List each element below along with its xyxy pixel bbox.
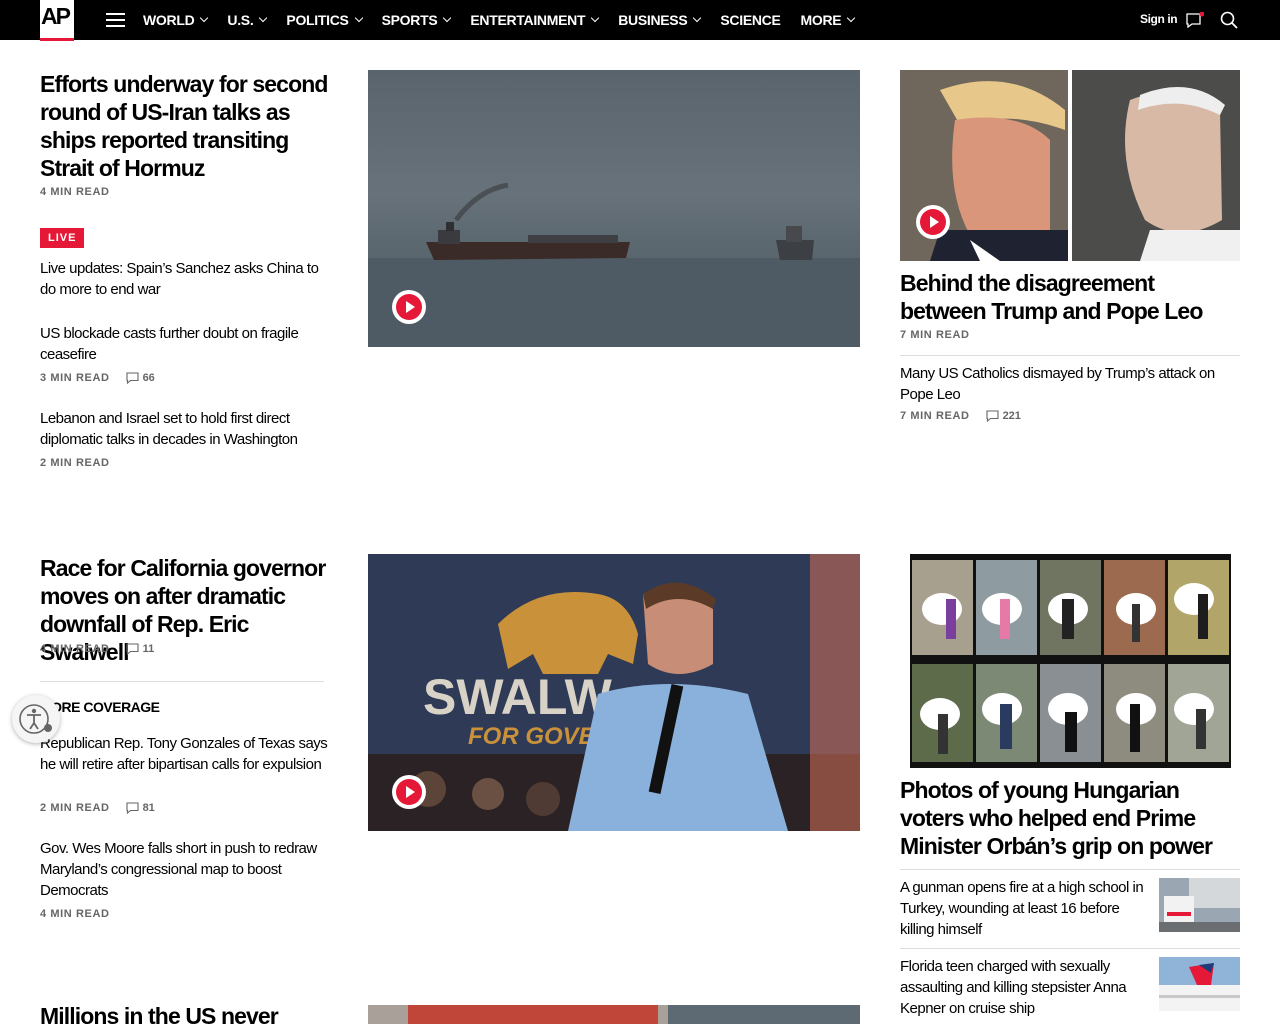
comment-icon bbox=[986, 410, 999, 422]
comment-icon bbox=[126, 802, 139, 814]
accessibility-widget-button[interactable] bbox=[12, 695, 60, 743]
story-headline-tony-gonzales[interactable]: Republican Rep. Tony Gonzales of Texas s… bbox=[40, 733, 338, 775]
menu-icon[interactable] bbox=[106, 13, 125, 27]
nav-item-entertainment[interactable]: ENTERTAINMENT bbox=[470, 12, 600, 28]
chevron-down-icon bbox=[590, 13, 600, 23]
story-headline-wes-moore[interactable]: Gov. Wes Moore falls short in push to re… bbox=[40, 838, 338, 901]
divider bbox=[900, 355, 1240, 356]
comments-count[interactable]: 11 bbox=[126, 643, 154, 655]
nav-item-world[interactable]: WORLD bbox=[143, 12, 209, 28]
hungarian-voters-photo-grid[interactable] bbox=[910, 554, 1231, 768]
story-meta: 2 MIN READ 81 bbox=[40, 802, 155, 814]
story-headline-spain-china[interactable]: Live updates: Spain’s Sanchez asks China… bbox=[40, 258, 335, 300]
chevron-down-icon bbox=[693, 13, 702, 23]
nav-item-more[interactable]: MORE bbox=[801, 12, 856, 28]
sign-in-link[interactable]: Sign in bbox=[1140, 12, 1178, 26]
story-meta: 7 MIN READ 221 bbox=[900, 410, 1021, 422]
photo-grid-image bbox=[910, 554, 1231, 768]
play-video-button[interactable] bbox=[916, 205, 950, 239]
cruise-ship-image bbox=[1159, 957, 1240, 1011]
svg-text:SWALW: SWALW bbox=[423, 669, 613, 725]
divider bbox=[900, 948, 1240, 949]
story-meta: 2 MIN READ bbox=[40, 457, 110, 469]
trump-pope-video-thumbnail[interactable] bbox=[900, 70, 1240, 261]
story-meta: 4 MIN READ bbox=[40, 908, 110, 920]
section3-lead-image[interactable] bbox=[368, 1005, 860, 1024]
divider bbox=[900, 869, 1240, 870]
turkey-school-thumbnail[interactable] bbox=[1159, 878, 1240, 932]
search-icon[interactable] bbox=[1220, 11, 1238, 29]
chevron-down-icon bbox=[259, 13, 268, 23]
main-nav: WORLD U.S. POLITICS SPORTS ENTERTAINMENT… bbox=[143, 0, 874, 40]
swalwell-video-thumbnail[interactable]: SWALW FOR GOVE bbox=[368, 554, 860, 831]
story-headline-catholics-dismayed[interactable]: Many US Catholics dismayed by Trump’s at… bbox=[900, 363, 1240, 405]
story-headline-turkey-school[interactable]: A gunman opens fire at a high school in … bbox=[900, 877, 1150, 940]
headline-trump-pope-leo[interactable]: Behind the disagreement between Trump an… bbox=[900, 269, 1240, 325]
ship-image bbox=[368, 182, 860, 347]
nav-item-business[interactable]: BUSINESS bbox=[618, 12, 702, 28]
comment-icon bbox=[126, 372, 139, 384]
turkey-school-image bbox=[1159, 878, 1240, 932]
live-badge: LIVE bbox=[40, 228, 85, 248]
play-video-button[interactable] bbox=[392, 775, 426, 809]
nav-item-us[interactable]: U.S. bbox=[227, 12, 268, 28]
lead-headline-millions-us[interactable]: Millions in the US never bbox=[40, 1002, 340, 1024]
top-navigation-bar: AP WORLD U.S. POLITICS SPORTS ENTERTAINM… bbox=[0, 0, 1280, 41]
nav-item-sports[interactable]: SPORTS bbox=[382, 12, 452, 28]
nav-item-politics[interactable]: POLITICS bbox=[286, 12, 363, 28]
play-video-button[interactable] bbox=[392, 290, 426, 324]
logo-text: AP bbox=[41, 3, 71, 29]
chevron-down-icon bbox=[354, 13, 363, 23]
story-meta: 3 MIN READ 66 bbox=[40, 372, 155, 384]
chevron-down-icon bbox=[847, 13, 856, 23]
read-time: 4 MIN READ bbox=[40, 186, 110, 198]
svg-text:FOR GOVE: FOR GOVE bbox=[468, 723, 596, 750]
lead-headline-iran-talks[interactable]: Efforts underway for second round of US-… bbox=[40, 70, 340, 182]
comments-count[interactable]: 66 bbox=[126, 372, 155, 384]
chevron-down-icon bbox=[200, 13, 209, 23]
comments-count[interactable]: 221 bbox=[986, 410, 1021, 422]
divider bbox=[40, 681, 324, 682]
trump-pope-image bbox=[900, 70, 1240, 261]
story-headline-lebanon-israel[interactable]: Lebanon and Israel set to hold first dir… bbox=[40, 408, 335, 450]
comments-count[interactable]: 81 bbox=[126, 802, 155, 814]
comment-icon bbox=[126, 643, 139, 655]
section3-image bbox=[368, 1005, 860, 1024]
chevron-down-icon bbox=[443, 13, 452, 23]
headline-hungarian-voters[interactable]: Photos of young Hungarian voters who hel… bbox=[900, 776, 1240, 860]
ap-logo[interactable]: AP bbox=[40, 0, 74, 41]
story-meta: 7 MIN READ bbox=[900, 329, 970, 341]
cruise-ship-thumbnail[interactable] bbox=[1159, 957, 1240, 1011]
swalwell-image: SWALW FOR GOVE bbox=[368, 554, 860, 831]
accessibility-icon bbox=[19, 704, 52, 734]
tanker-ship-video-thumbnail[interactable] bbox=[368, 70, 860, 347]
story-headline-us-blockade[interactable]: US blockade casts further doubt on fragi… bbox=[40, 323, 335, 365]
story-meta: 4 MIN READ 11 bbox=[40, 643, 155, 655]
nav-item-science[interactable]: SCIENCE bbox=[720, 12, 780, 28]
story-headline-florida-cruise[interactable]: Florida teen charged with sexually assau… bbox=[900, 956, 1150, 1019]
chat-notification-icon[interactable] bbox=[1186, 12, 1204, 28]
